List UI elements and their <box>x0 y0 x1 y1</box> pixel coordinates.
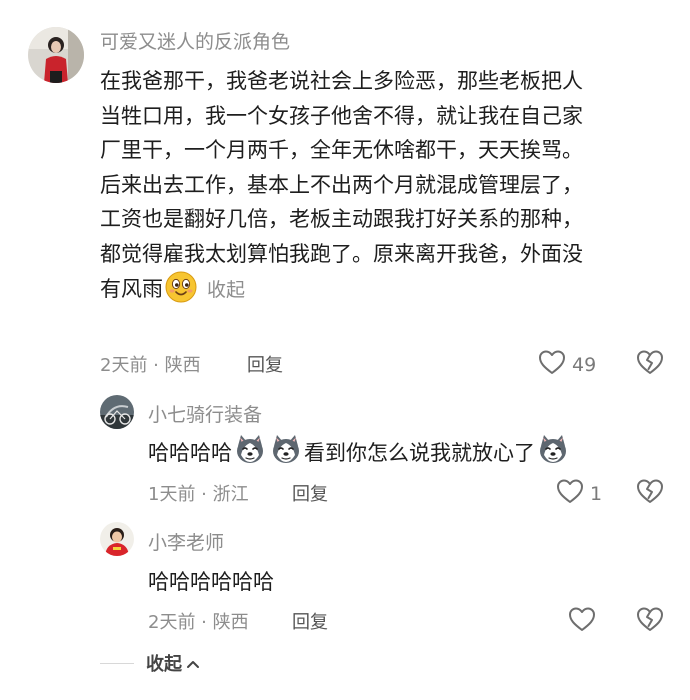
comment-line: 厂里干，一个月两千，全年无休啥都干，天天挨骂。 <box>100 138 583 162</box>
collapse-replies-button[interactable]: 收起 <box>100 650 200 676</box>
broken-heart-icon <box>636 350 664 379</box>
comment-line: 都觉得雇我太划算怕我跑了。原来离开我爸，外面没 <box>100 241 583 266</box>
reply-1-avatar[interactable] <box>100 395 134 429</box>
reply-1-text: 哈哈哈哈 看到你怎么说我就放心了 <box>148 432 571 471</box>
husky-dog-face-icon <box>269 432 303 471</box>
reply-1-text-start: 哈哈哈哈 <box>148 440 232 465</box>
reply-2-time-location: 2天前 · 陕西 <box>148 612 249 633</box>
comment-last-line: 有风雨 收起 <box>100 271 583 314</box>
reply-2-avatar[interactable] <box>100 522 134 556</box>
comment-line: 在我爸那干，我爸老说社会上多险恶，那些老板把人 <box>100 69 583 93</box>
chevron-up-icon <box>186 654 200 673</box>
main-commenter-avatar[interactable] <box>28 27 84 83</box>
comment-line: 工资也是翻好几倍，老板主动跟我打好关系的那种， <box>100 207 583 231</box>
reply-2-like-button[interactable] <box>568 606 596 637</box>
reply-2-dislike-button[interactable] <box>636 606 664 636</box>
main-comment-reply-button[interactable]: 回复 <box>247 351 283 377</box>
main-comment-time-location: 2天前 · 陕西 <box>100 355 201 376</box>
collapse-replies-label: 收起 <box>146 654 182 675</box>
comment-line: 有风雨 <box>100 277 163 301</box>
comment-line: 后来出去工作，基本上不出两个月就混成管理层了， <box>100 172 583 197</box>
broken-heart-icon <box>636 607 664 636</box>
reply-2-text: 哈哈哈哈哈哈 <box>148 570 274 594</box>
heart-outline-icon <box>538 349 566 380</box>
main-comment-text: 在我爸那干，我爸老说社会上多险恶，那些老板把人 当牲口用，我一个女孩子他舍不得，… <box>100 64 583 314</box>
reply-1-text-middle: 看到你怎么说我就放心了 <box>304 440 535 465</box>
smiling-face-icon <box>165 271 197 314</box>
reply-1-dislike-button[interactable] <box>636 478 664 508</box>
heart-outline-icon <box>556 478 584 509</box>
husky-dog-face-icon <box>233 432 267 471</box>
main-comment-dislike-button[interactable] <box>636 349 664 379</box>
comment-line: 当牲口用，我一个女孩子他舍不得，就让我在自己家 <box>100 103 583 128</box>
reply-1-time-location: 1天前 · 浙江 <box>148 484 249 505</box>
reply-1-username[interactable]: 小七骑行装备 <box>148 400 262 427</box>
husky-dog-face-icon <box>536 432 570 471</box>
reply-2-reply-button[interactable]: 回复 <box>292 608 328 634</box>
like-count: 1 <box>590 482 603 505</box>
reply-1-reply-button[interactable]: 回复 <box>292 480 328 506</box>
broken-heart-icon <box>636 479 664 508</box>
divider-line <box>100 662 134 664</box>
heart-outline-icon <box>568 606 596 637</box>
main-comment-like-button[interactable]: 49 <box>538 349 596 380</box>
main-commenter-username[interactable]: 可爱又迷人的反派角色 <box>100 27 290 54</box>
reply-2-username[interactable]: 小李老师 <box>148 528 224 555</box>
collapse-comment-link[interactable]: 收起 <box>207 279 245 301</box>
reply-1-like-button[interactable]: 1 <box>556 478 602 509</box>
like-count: 49 <box>572 353 597 376</box>
